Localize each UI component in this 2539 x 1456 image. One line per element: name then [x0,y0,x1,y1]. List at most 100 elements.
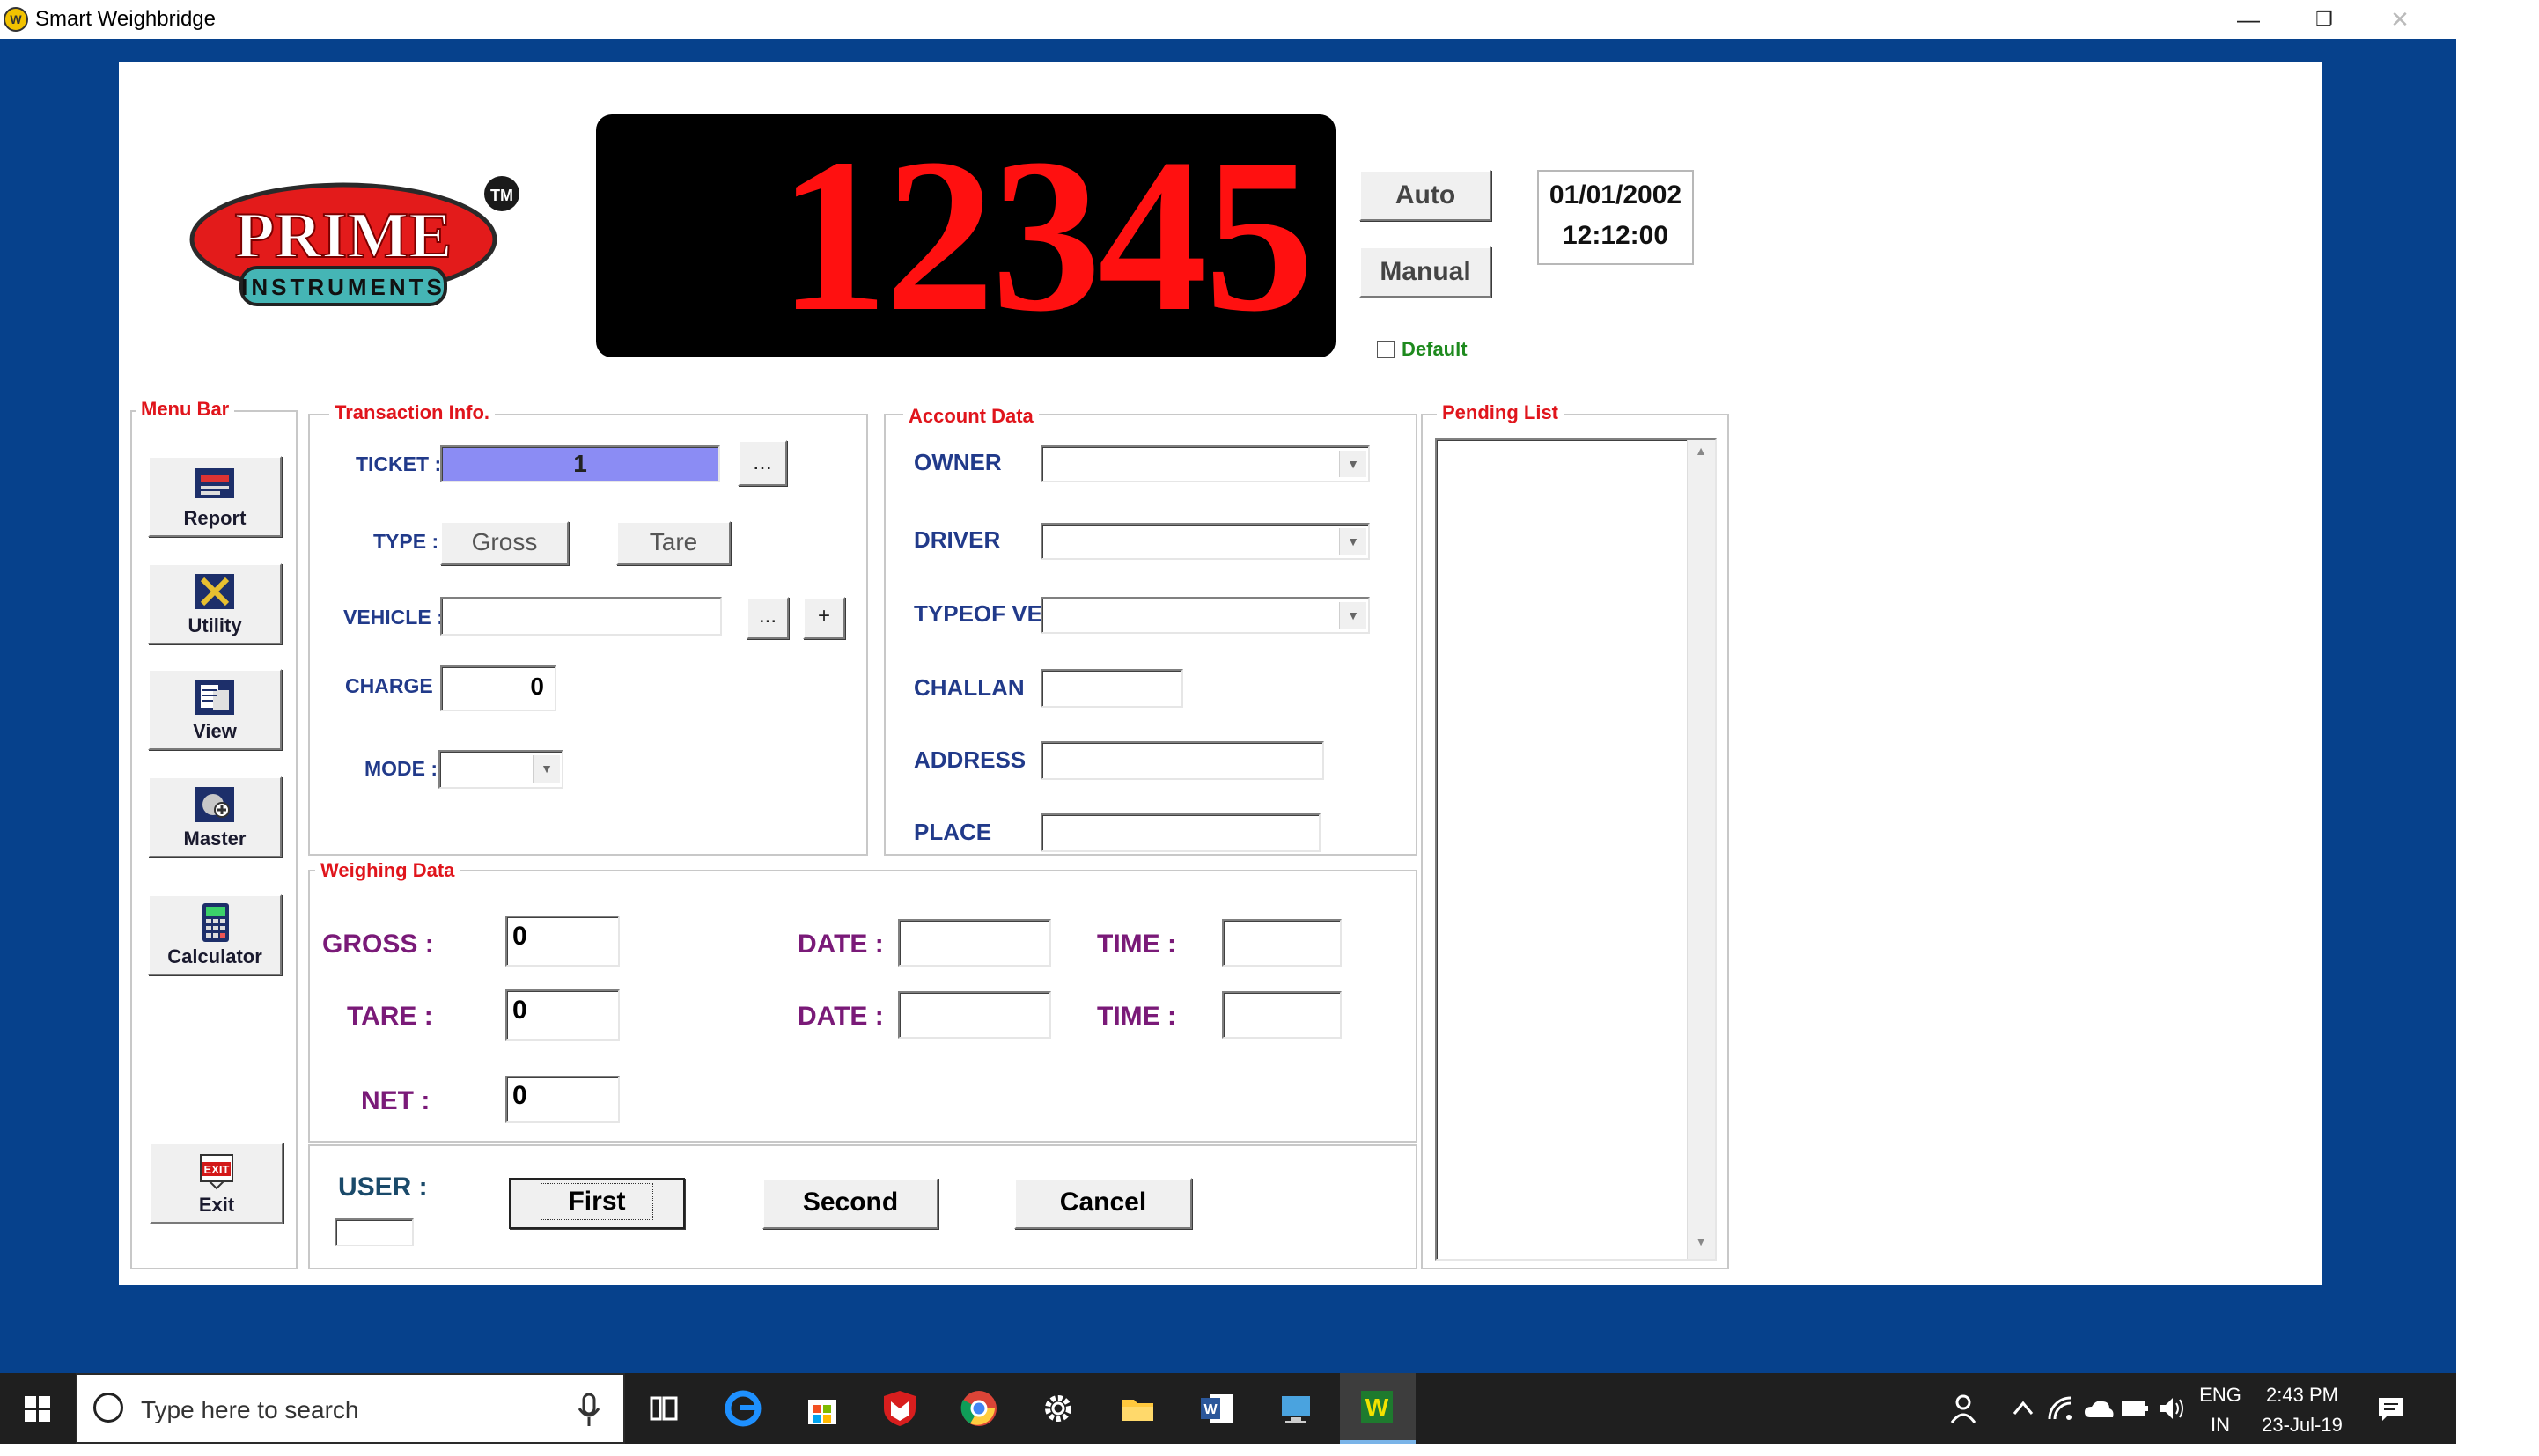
address-field[interactable] [1041,741,1324,780]
calculator-label: Calculator [167,945,262,967]
scroll-down-icon[interactable]: ▼ [1691,1234,1711,1255]
gross-button[interactable]: Gross [440,521,569,565]
gross-time-label: TIME : [1097,930,1176,959]
close-icon[interactable]: ✕ [2365,0,2435,39]
user-label: USER : [338,1173,428,1202]
edge-browser-icon[interactable] [722,1387,764,1430]
driver-select[interactable]: ▼ [1041,523,1370,560]
minimize-icon[interactable]: — [2213,0,2284,39]
net-label: NET : [361,1086,431,1115]
exit-button[interactable]: EXIT Exit [150,1143,283,1224]
net-weight-field[interactable]: 0 [505,1076,620,1123]
logo-tm-text: TM [490,187,513,204]
taskbar-date: 23-Jul-19 [2262,1414,2343,1436]
chevron-down-icon[interactable]: ▼ [1339,602,1366,629]
microphone-icon[interactable] [576,1393,602,1428]
owner-select[interactable]: ▼ [1041,445,1370,482]
file-explorer-icon[interactable] [1116,1387,1159,1430]
chevron-down-icon[interactable]: ▼ [533,755,560,783]
weight-display: 12345 [596,114,1336,357]
mode-select[interactable]: ▼ [438,750,563,789]
cancel-button[interactable]: Cancel [1014,1178,1192,1229]
charge-label: CHARGE : [345,674,445,697]
taskbar-active-app[interactable]: W [1340,1373,1416,1444]
gross-time-field[interactable] [1222,919,1342,967]
pending-list-scrollbar[interactable]: ▲ ▼ [1687,440,1715,1259]
master-button[interactable]: Master [148,776,282,857]
notifications-icon[interactable] [2375,1393,2407,1424]
chevron-up-icon[interactable] [2011,1398,2035,1419]
pending-list[interactable]: ▲ ▼ [1435,438,1717,1261]
address-label: ADDRESS [914,746,1027,773]
ticket-field[interactable]: 1 [440,445,720,482]
weighing-data-title: Weighing Data [315,859,460,882]
view-label: View [193,720,237,742]
utility-icon [195,574,234,609]
gross-weight-field[interactable]: 0 [505,916,620,967]
gross-date-label: DATE : [798,930,884,959]
weighbridge-app-icon: W [1361,1391,1393,1423]
pending-list-title: Pending List [1437,401,1564,424]
battery-icon[interactable] [2120,1398,2150,1419]
windows-start-icon[interactable] [0,1373,76,1444]
calculator-icon [202,903,229,942]
people-icon[interactable] [1947,1393,1979,1424]
tare-button[interactable]: Tare [616,521,731,565]
tare-weight-field[interactable]: 0 [505,989,620,1041]
vehicle-field[interactable] [440,597,722,636]
language-indicator[interactable]: ENG IN [2196,1384,2245,1437]
place-field[interactable] [1041,813,1321,852]
taskbar-search-box[interactable]: Type here to search [76,1373,625,1444]
gross-date-field[interactable] [898,919,1051,967]
chrome-icon[interactable] [958,1387,1000,1430]
view-icon [195,680,234,715]
ticket-browse-button[interactable]: ... [738,440,787,486]
owner-label: OWNER [914,449,1002,475]
challan-field[interactable] [1041,669,1183,708]
tare-date-field[interactable] [898,991,1051,1039]
charge-field[interactable]: 0 [440,665,556,711]
vehicle-add-button[interactable]: + [803,597,845,639]
type-label: TYPE : [373,530,439,553]
utility-button[interactable]: Utility [148,563,282,644]
typeofve-select[interactable]: ▼ [1041,597,1370,634]
taskbar-clock[interactable]: 2:43 PM 23-Jul-19 [2254,1384,2351,1437]
scroll-up-icon[interactable]: ▲ [1691,444,1711,465]
settings-gear-icon[interactable] [1037,1387,1079,1430]
user-field[interactable] [335,1218,414,1246]
calculator-button[interactable]: Calculator [148,894,282,975]
account-data-title: Account Data [903,405,1039,428]
second-button[interactable]: Second [762,1178,938,1229]
task-view-icon[interactable] [643,1387,685,1430]
driver-label: DRIVER [914,526,1001,553]
svg-text:W: W [1365,1393,1389,1421]
mode-label: MODE : [364,757,438,780]
mcafee-shield-icon[interactable] [879,1387,921,1430]
tare-date-label: DATE : [798,1002,884,1031]
restore-icon[interactable]: ❐ [2289,0,2359,39]
first-button[interactable]: First [509,1178,685,1229]
tare-time-label: TIME : [1097,1002,1176,1031]
auto-button[interactable]: Auto [1359,170,1491,221]
tare-label: TARE : [347,1002,433,1031]
volume-icon[interactable] [2157,1394,2187,1423]
manual-button[interactable]: Manual [1359,246,1491,298]
logo-sub-text: INSTRUMENTS [241,274,445,300]
taskbar-time: 2:43 PM [2266,1384,2338,1406]
chevron-down-icon[interactable]: ▼ [1339,528,1366,555]
weighbridge-logo-icon: W [4,7,28,32]
network-icon[interactable] [2046,1394,2074,1423]
report-button[interactable]: Report [148,456,282,537]
store-icon[interactable] [801,1387,843,1430]
chevron-down-icon[interactable]: ▼ [1339,451,1366,477]
language-code: ENG [2199,1384,2241,1406]
transaction-info-title: Transaction Info. [329,401,496,424]
remote-desktop-icon[interactable] [1275,1387,1317,1430]
word-icon[interactable]: W [1196,1387,1238,1430]
master-icon [195,787,234,822]
onedrive-icon[interactable] [2083,1396,2115,1421]
default-checkbox[interactable] [1377,341,1395,358]
tare-time-field[interactable] [1222,991,1342,1039]
vehicle-browse-button[interactable]: ... [747,597,789,639]
view-button[interactable]: View [148,669,282,750]
